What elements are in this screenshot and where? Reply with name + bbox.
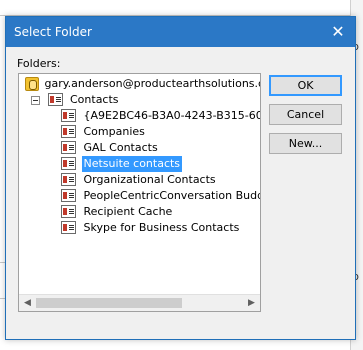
mailbox-icon bbox=[25, 77, 39, 91]
contact-folder-icon bbox=[61, 125, 76, 138]
dialog-title: Select Folder bbox=[14, 25, 92, 39]
contact-folder-icon bbox=[61, 109, 76, 122]
select-folder-dialog: Select Folder ✕ Folders: gary.anderson@p… bbox=[5, 16, 356, 340]
tree-item-contacts[interactable]: Contacts bbox=[31, 92, 121, 108]
cancel-button[interactable]: Cancel bbox=[269, 104, 342, 125]
tree-root-label: gary.anderson@productearthsolutions.com bbox=[44, 77, 261, 90]
contact-folder-icon bbox=[61, 141, 76, 154]
contact-folder-icon bbox=[61, 157, 76, 170]
tree-item[interactable]: Companies bbox=[61, 124, 147, 140]
tree-item-label: Skype for Business Contacts bbox=[83, 221, 240, 234]
contact-folder-icon bbox=[61, 189, 76, 202]
tree-item[interactable]: Recipient Cache bbox=[61, 204, 174, 220]
contact-folder-icon bbox=[61, 221, 76, 234]
contact-folder-icon bbox=[61, 205, 76, 218]
tree-item-label: GAL Contacts bbox=[83, 141, 158, 154]
collapse-icon[interactable] bbox=[31, 96, 40, 105]
tree-item-label: Contacts bbox=[70, 93, 119, 106]
tree-item-selected[interactable]: Netsuite contacts bbox=[61, 156, 183, 172]
ok-button[interactable]: OK bbox=[269, 75, 342, 96]
tree-item-label: Organizational Contacts bbox=[83, 173, 216, 186]
contact-folder-icon bbox=[61, 173, 76, 186]
tree-item-label: Companies bbox=[83, 125, 145, 138]
scrollbar-thumb[interactable] bbox=[36, 298, 182, 308]
folder-tree[interactable]: gary.anderson@productearthsolutions.com … bbox=[18, 73, 261, 312]
title-bar[interactable]: Select Folder ✕ bbox=[6, 17, 355, 47]
tree-item-label: {A9E2BC46-B3A0-4243-B315-60D99 bbox=[83, 109, 261, 122]
horizontal-scrollbar[interactable]: ◀ ▶ bbox=[19, 294, 260, 311]
folders-label: Folders: bbox=[17, 57, 61, 70]
tree-item-label: Netsuite contacts bbox=[81, 156, 183, 172]
scroll-right-icon[interactable]: ▶ bbox=[243, 295, 260, 311]
tree-item-label: Recipient Cache bbox=[83, 205, 173, 218]
close-button[interactable]: ✕ bbox=[321, 17, 355, 47]
contact-folder-icon bbox=[47, 93, 63, 106]
tree-item-label: PeopleCentricConversation Buddies bbox=[83, 189, 261, 202]
new-folder-button[interactable]: New... bbox=[269, 133, 342, 154]
tree-item[interactable]: {A9E2BC46-B3A0-4243-B315-60D99 bbox=[61, 108, 261, 124]
tree-item[interactable]: PeopleCentricConversation Buddies bbox=[61, 188, 261, 204]
tree-item[interactable]: Organizational Contacts bbox=[61, 172, 218, 188]
tree-item[interactable]: GAL Contacts bbox=[61, 140, 160, 156]
scroll-left-icon[interactable]: ◀ bbox=[19, 295, 36, 311]
tree-item[interactable]: Skype for Business Contacts bbox=[61, 220, 241, 236]
tree-root-item[interactable]: gary.anderson@productearthsolutions.com bbox=[25, 76, 261, 92]
close-icon: ✕ bbox=[331, 22, 345, 41]
